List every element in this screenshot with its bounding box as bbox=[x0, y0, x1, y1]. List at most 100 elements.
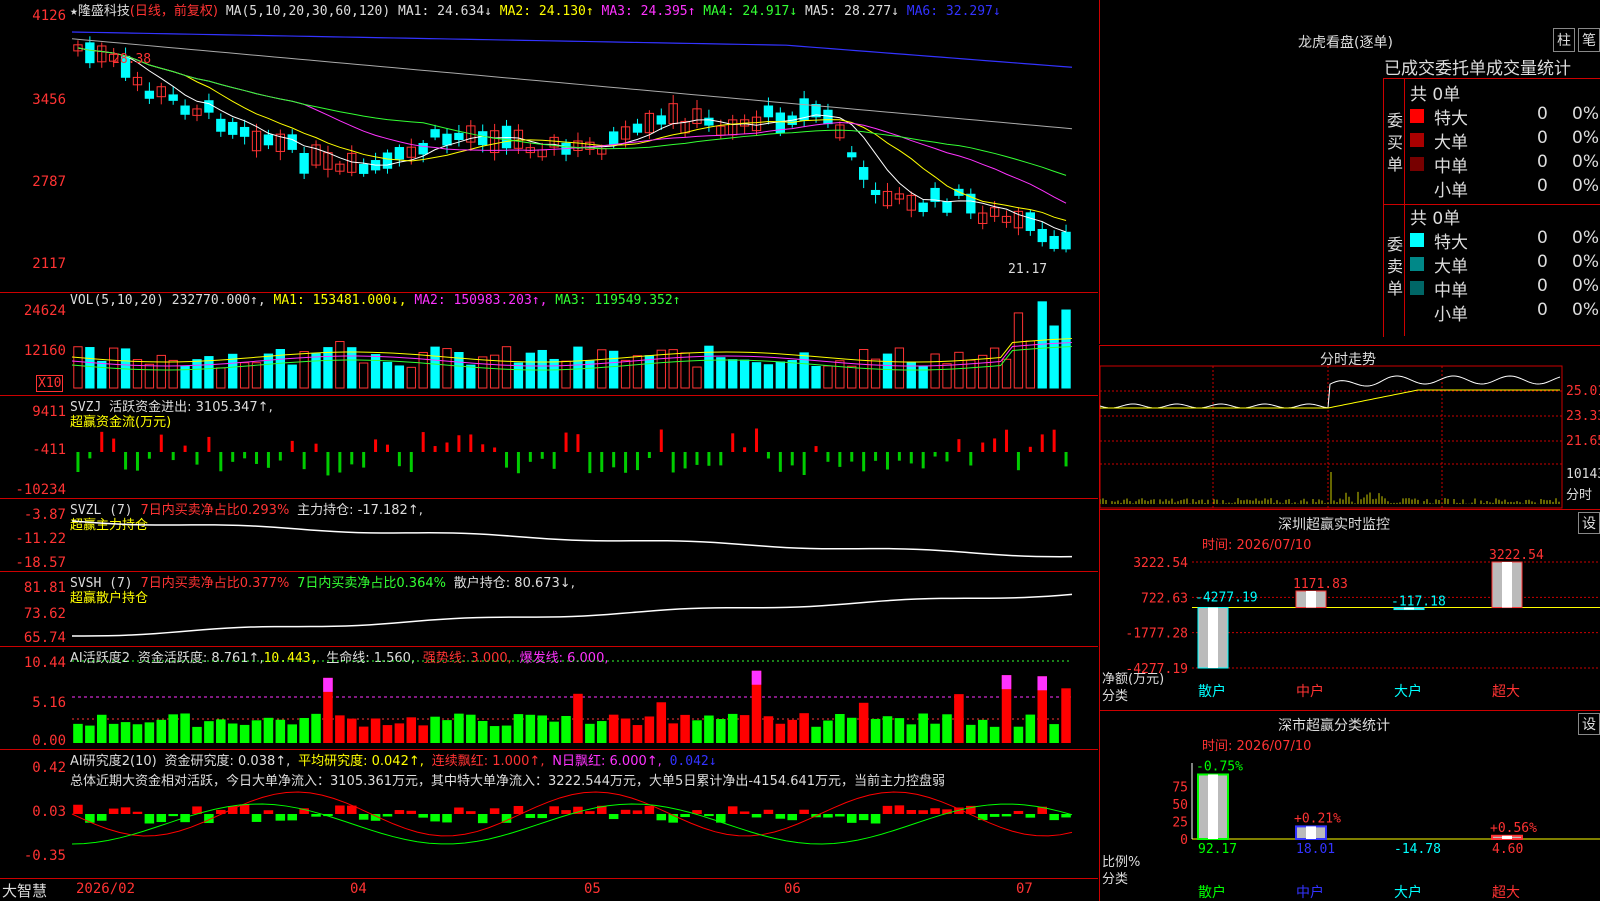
order-color-swatch bbox=[1410, 257, 1424, 271]
volume-bar bbox=[978, 354, 988, 389]
research-bar bbox=[739, 811, 750, 814]
order-percent: 0% bbox=[1572, 104, 1599, 124]
activity-bar bbox=[275, 719, 286, 743]
activity-bar bbox=[656, 702, 667, 743]
research-bar bbox=[382, 814, 393, 817]
activity-bar bbox=[739, 715, 750, 743]
brand-logo[interactable]: 大智慧 bbox=[2, 880, 47, 901]
activity-bar bbox=[97, 714, 107, 743]
fs-axis: 21.65 bbox=[1566, 434, 1600, 449]
lhb-panel: 龙虎看盘(逐单) 柱 笔 已成交委托单成交量统计 委买单共 0单 特大 0 0% 大单 0… bbox=[1099, 0, 1600, 344]
volume-bar bbox=[442, 348, 452, 389]
volume-bar bbox=[954, 351, 964, 389]
research-bar bbox=[132, 811, 143, 814]
activity-bar bbox=[216, 719, 226, 743]
activity-bar bbox=[561, 715, 571, 743]
research-bar bbox=[85, 814, 95, 823]
volume-bar bbox=[620, 359, 631, 389]
category-label: 大户 bbox=[1394, 884, 1422, 901]
candle-body bbox=[942, 201, 952, 213]
research-bar bbox=[585, 811, 595, 814]
sz-class-panel[interactable]: 深市超赢分类统计 设 时间: 2026/07/10 75 50 25 0 -0.75% 9… bbox=[1099, 710, 1600, 901]
svsh-chart bbox=[71, 593, 1073, 637]
svzj-panel[interactable]: 9411 -411 -10234 SVZJ 活跃资金进出: 3105.347↑,… bbox=[0, 396, 1098, 499]
kline-chart[interactable] bbox=[0, 0, 1098, 292]
volume-bar bbox=[942, 363, 952, 389]
intraday-panel[interactable]: 分时走势 25.01 23.33 21.65 10143 分时 bbox=[1099, 345, 1600, 509]
activity-bar bbox=[644, 716, 655, 743]
mon-axis-label: -1777.28 bbox=[1125, 627, 1188, 642]
order-percent: 0% bbox=[1572, 128, 1599, 148]
volume-bar bbox=[156, 354, 166, 389]
volume-bar bbox=[763, 364, 774, 389]
volume-bar bbox=[573, 346, 583, 389]
research-bar bbox=[870, 814, 881, 824]
candle-body bbox=[1037, 228, 1047, 243]
activity-peak bbox=[751, 670, 762, 685]
volume-bar bbox=[1025, 340, 1035, 389]
volume-bar bbox=[716, 357, 726, 389]
activity-bar bbox=[585, 723, 595, 743]
activity-bar bbox=[870, 718, 881, 743]
research-bar bbox=[430, 814, 440, 822]
vol-ma2-line bbox=[71, 342, 1073, 367]
research-bar bbox=[442, 814, 452, 823]
research-bar bbox=[608, 814, 619, 820]
kline-panel[interactable]: 4126 3456 2787 2117 ★隆盛科技(日线，前复权) MA(5,1… bbox=[0, 0, 1098, 293]
candle-body bbox=[204, 100, 214, 113]
activity-bar bbox=[823, 720, 833, 743]
activity-bar bbox=[168, 714, 178, 743]
ai-activity-chart bbox=[72, 660, 1072, 743]
ma30-line bbox=[77, 47, 1067, 176]
activity-bar bbox=[930, 723, 940, 743]
research-bar bbox=[561, 810, 571, 814]
activity-bar bbox=[454, 713, 464, 743]
order-count: 0 bbox=[1537, 276, 1548, 296]
candle-body bbox=[299, 152, 309, 174]
activity-bar bbox=[989, 726, 1000, 743]
research-bar bbox=[620, 809, 631, 814]
intraday-chart bbox=[1100, 365, 1563, 509]
order-color-swatch bbox=[1410, 109, 1424, 123]
order-count: 0 bbox=[1537, 228, 1548, 248]
volume-bar bbox=[513, 362, 524, 389]
sz-monitor-panel[interactable]: 深圳超赢实时监控 设 时间: 2026/07/10 3222.54 722.63-… bbox=[1099, 509, 1600, 710]
svzl-panel[interactable]: -3.87 -11.22 -18.57 SVZL (7) 7日内买卖净占比0.2… bbox=[0, 499, 1098, 572]
ai-activity-panel[interactable]: 10.44 5.16 0.00 AI活跃度2 资金活跃度: 8.761↑,10.… bbox=[0, 647, 1098, 750]
activity-peak bbox=[323, 677, 333, 692]
candle-body bbox=[430, 129, 440, 138]
ai-research-chart bbox=[71, 791, 1073, 845]
ai-research-panel[interactable]: 0.42 0.03 -0.35 AI研究度2(10) 资金研究度: 0.038↑… bbox=[0, 750, 1098, 879]
date-label: 06 bbox=[784, 881, 801, 897]
candle-body bbox=[418, 142, 428, 155]
bar-value-label: -4277.19 bbox=[1195, 591, 1258, 606]
order-type: 中单 bbox=[1434, 157, 1468, 177]
category-label: 中户 bbox=[1296, 884, 1324, 901]
column-mode-button[interactable]: 柱 bbox=[1553, 28, 1575, 52]
change-label: +0.56% bbox=[1490, 821, 1537, 836]
candle-body bbox=[144, 90, 155, 99]
volume-panel[interactable]: 24624 12160 X10 VOL(5,10,20) 232770.000↑… bbox=[0, 293, 1098, 396]
volume-bar bbox=[501, 346, 512, 389]
activity-bar bbox=[418, 725, 428, 743]
volume-bar bbox=[1049, 325, 1059, 389]
order-count: 0 bbox=[1537, 252, 1548, 272]
ma60-line bbox=[71, 38, 1073, 130]
research-bar bbox=[549, 806, 559, 814]
bar-value-label: 92.17 bbox=[1198, 842, 1237, 857]
activity-bar bbox=[287, 724, 297, 743]
activity-bar bbox=[73, 723, 83, 743]
volume-bar bbox=[168, 359, 178, 389]
svsh-panel[interactable]: 81.81 73.62 65.74 SVSH (7) 7日内买卖净占比0.377… bbox=[0, 572, 1098, 647]
volume-bar bbox=[549, 358, 559, 389]
volume-bar bbox=[192, 359, 202, 389]
research-bar bbox=[775, 814, 786, 819]
activity-bar bbox=[787, 719, 797, 743]
category-label: 超大 bbox=[1492, 684, 1520, 700]
tick-mode-button[interactable]: 笔 bbox=[1578, 28, 1600, 52]
research-bar bbox=[251, 814, 262, 822]
activity-bar bbox=[251, 720, 262, 743]
date-label: 05 bbox=[584, 881, 601, 897]
research-bar bbox=[977, 814, 988, 821]
fs-axis: 10143 bbox=[1566, 467, 1600, 482]
